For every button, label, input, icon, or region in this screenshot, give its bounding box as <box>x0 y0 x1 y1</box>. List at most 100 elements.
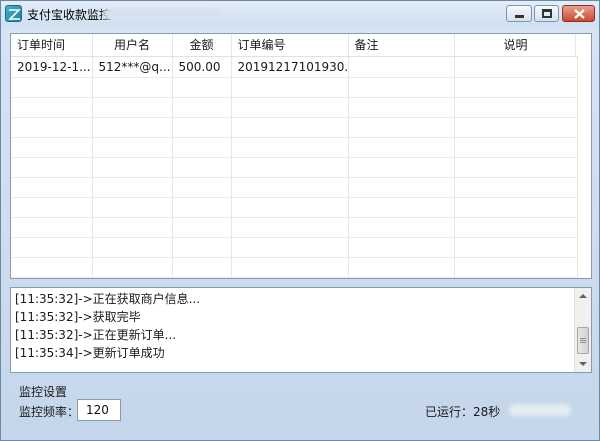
column-header[interactable]: 说明 <box>454 34 578 57</box>
minimize-icon <box>515 15 524 18</box>
app-window: 支付宝收款监控 订单时间 用户名 金额 订单编号 备注 说明 2019-12-1… <box>0 0 600 441</box>
log-line: [11:35:32]->获取完毕 <box>15 310 141 324</box>
empty-cell <box>172 177 232 198</box>
empty-cell <box>454 97 578 118</box>
column-header[interactable]: 订单编号 <box>231 34 349 57</box>
empty-cell <box>11 197 93 218</box>
empty-cell <box>92 97 173 118</box>
empty-cell <box>454 77 578 98</box>
empty-row <box>11 117 578 138</box>
empty-cell <box>454 257 578 278</box>
empty-cell <box>92 237 173 258</box>
empty-cell <box>172 117 232 138</box>
empty-cell <box>454 117 578 138</box>
empty-cell <box>92 77 173 98</box>
empty-cell <box>92 277 173 278</box>
empty-cell <box>11 237 93 258</box>
runtime-value: 28秒 <box>473 405 501 419</box>
empty-cell <box>348 197 455 218</box>
scroll-thumb[interactable] <box>577 327 589 354</box>
empty-cell <box>231 257 349 278</box>
empty-cell <box>11 277 93 278</box>
header-filler <box>575 34 591 56</box>
column-header[interactable]: 用户名 <box>92 34 173 57</box>
title-redaction <box>103 8 223 20</box>
empty-row <box>11 197 578 218</box>
empty-cell <box>172 197 232 218</box>
empty-row <box>11 257 578 278</box>
empty-cell <box>172 257 232 278</box>
empty-cell <box>92 257 173 278</box>
app-logo-icon <box>5 5 22 22</box>
username-cell: 512***@q... <box>92 56 173 78</box>
log-scrollbar[interactable] <box>574 288 591 372</box>
empty-cell <box>454 177 578 198</box>
runtime-label: 已运行： <box>425 405 474 419</box>
empty-row <box>11 237 578 258</box>
empty-cell <box>92 157 173 178</box>
empty-cell <box>231 117 349 138</box>
amount-cell: 500.00 <box>172 56 232 78</box>
note-cell <box>348 56 455 78</box>
empty-cell <box>231 97 349 118</box>
close-icon <box>574 9 585 19</box>
description-cell <box>454 56 578 78</box>
empty-cell <box>348 177 455 198</box>
empty-cell <box>348 217 455 238</box>
minimize-button[interactable] <box>506 5 532 22</box>
empty-cell <box>172 157 232 178</box>
scroll-up-icon[interactable] <box>579 294 587 298</box>
empty-cell <box>92 197 173 218</box>
table-row[interactable]: 2019-12-1... 512***@q... 500.00 20191217… <box>11 56 578 78</box>
window-title: 支付宝收款监控 <box>27 8 112 22</box>
empty-row <box>11 277 578 278</box>
empty-cell <box>348 157 455 178</box>
empty-cell <box>11 257 93 278</box>
frequency-label: 监控频率： <box>19 405 80 419</box>
empty-cell <box>454 197 578 218</box>
runtime-status: 已运行：28秒 <box>425 403 500 420</box>
empty-row <box>11 97 578 118</box>
log-line: [11:35:32]->正在获取商户信息... <box>15 292 201 306</box>
empty-cell <box>231 77 349 98</box>
empty-cell <box>172 237 232 258</box>
empty-cell <box>231 157 349 178</box>
close-button[interactable] <box>562 5 595 22</box>
empty-cell <box>348 277 455 278</box>
orders-table[interactable]: 订单时间 用户名 金额 订单编号 备注 说明 2019-12-1... 512*… <box>10 33 592 279</box>
title-bar[interactable]: 支付宝收款监控 <box>1 1 599 27</box>
empty-row <box>11 177 578 198</box>
order-time-cell: 2019-12-1... <box>11 56 93 78</box>
log-box[interactable]: [11:35:32]->正在获取商户信息... [11:35:32]->获取完毕… <box>10 287 592 373</box>
empty-cell <box>454 217 578 238</box>
empty-cell <box>11 117 93 138</box>
empty-cell <box>348 117 455 138</box>
frequency-input[interactable] <box>77 399 121 421</box>
column-header[interactable]: 金额 <box>172 34 232 57</box>
empty-row <box>11 157 578 178</box>
empty-cell <box>172 217 232 238</box>
empty-cell <box>92 137 173 158</box>
scroll-down-icon[interactable] <box>579 362 587 366</box>
column-header[interactable]: 备注 <box>348 34 455 57</box>
empty-cell <box>11 177 93 198</box>
empty-cell <box>231 197 349 218</box>
log-lines: [11:35:32]->正在获取商户信息... [11:35:32]->获取完毕… <box>15 290 200 362</box>
order-number-cell: 20191217101930... <box>231 56 349 78</box>
empty-cell <box>231 237 349 258</box>
empty-cell <box>454 237 578 258</box>
maximize-button[interactable] <box>534 5 559 22</box>
empty-row <box>11 77 578 98</box>
empty-cell <box>11 157 93 178</box>
empty-cell <box>454 277 578 278</box>
column-header[interactable]: 订单时间 <box>11 34 93 57</box>
table-header: 订单时间 用户名 金额 订单编号 备注 说明 <box>11 34 578 57</box>
empty-cell <box>92 177 173 198</box>
empty-cell <box>231 137 349 158</box>
empty-cell <box>231 277 349 278</box>
empty-cell <box>454 137 578 158</box>
empty-cell <box>172 137 232 158</box>
empty-cell <box>92 217 173 238</box>
empty-row <box>11 217 578 238</box>
empty-cell <box>348 77 455 98</box>
